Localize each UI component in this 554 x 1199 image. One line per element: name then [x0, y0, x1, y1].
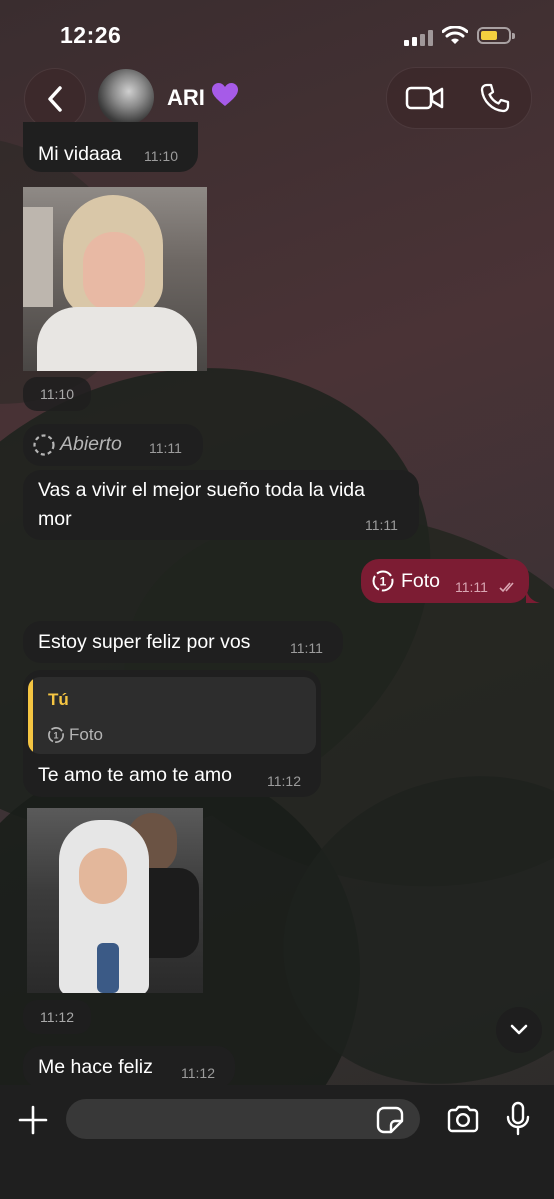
sticker-icon[interactable] [376, 1106, 404, 1134]
message-time: 11:11 [365, 517, 398, 533]
photo-time: 11:10 [23, 377, 91, 411]
quote-text: Foto [69, 725, 104, 744]
message-text: Abierto [60, 433, 122, 455]
quote-author: Tú [48, 690, 69, 709]
view-once-icon: 1 [48, 727, 64, 743]
photo-shirt [37, 307, 197, 371]
opened-view-once-message[interactable]: Abierto 11:11 [23, 424, 203, 466]
photo-time: 11:12 [23, 1000, 91, 1034]
photo-face [79, 848, 127, 904]
plus-icon[interactable] [18, 1105, 48, 1135]
double-check-icon [499, 582, 514, 593]
message-time: 11:12 [181, 1065, 215, 1081]
contact-name[interactable]: ARI [167, 85, 205, 111]
cellular-signal-icon [404, 30, 434, 46]
view-once-badge: 1 [380, 575, 387, 589]
message-text-line1: Vas a vivir el mejor sueño toda la vida [38, 479, 365, 501]
received-photo[interactable] [27, 808, 203, 993]
view-once-badge: 1 [53, 730, 58, 740]
outgoing-view-once-message[interactable]: 1 Foto 11:11 [361, 559, 529, 603]
photo-bottle [97, 943, 119, 993]
back-button[interactable] [24, 68, 86, 130]
incoming-message[interactable]: Mi vidaaa 11:10 [23, 122, 198, 172]
photo-hands [83, 232, 145, 312]
message-text: Estoy super feliz por vos [38, 631, 251, 653]
status-bar: 12:26 [0, 0, 554, 64]
view-once-icon: 1 [372, 570, 394, 592]
message-text-line2: mor [38, 508, 72, 530]
contact-avatar[interactable] [98, 69, 154, 125]
voice-call-icon[interactable] [479, 82, 511, 114]
message-text: Foto [401, 570, 441, 592]
message-text: Te amo te amo te amo [38, 764, 233, 786]
message-time: 11:11 [455, 579, 488, 595]
quote-accent-bar [28, 677, 33, 754]
scroll-to-bottom-button[interactable] [496, 1007, 542, 1053]
message-text: Mi vidaaa [38, 143, 122, 165]
message-composer [0, 1085, 554, 1199]
incoming-reply-message[interactable]: Tú 1 Foto Te amo te amo te amo 11:12 [23, 670, 321, 797]
incoming-message[interactable]: Estoy super feliz por vos 11:11 [23, 621, 343, 663]
message-time: 11:10 [144, 148, 178, 164]
battery-icon [477, 27, 515, 44]
chevron-left-icon [48, 86, 62, 112]
camera-icon[interactable] [446, 1105, 480, 1133]
incoming-message[interactable]: Me hace feliz 11:12 [23, 1046, 235, 1088]
message-time: 11:12 [267, 773, 301, 789]
microphone-icon[interactable] [506, 1101, 530, 1137]
view-once-opened-icon [33, 434, 55, 456]
clock: 12:26 [60, 22, 122, 48]
wifi-icon [442, 26, 468, 44]
received-photo[interactable] [23, 187, 207, 371]
call-buttons-group [386, 67, 532, 129]
purple-heart-icon [212, 83, 238, 106]
message-input[interactable] [66, 1099, 420, 1139]
photo-window [23, 207, 53, 307]
video-call-icon[interactable] [405, 82, 445, 114]
message-text: Me hace feliz [38, 1056, 153, 1078]
message-time: 11:11 [149, 440, 182, 456]
message-time: 11:11 [290, 640, 323, 656]
chevron-down-icon [510, 1024, 528, 1035]
incoming-message[interactable]: Vas a vivir el mejor sueño toda la vida … [23, 470, 419, 540]
outgoing-bubble-tail [526, 589, 540, 603]
quoted-message[interactable]: Tú 1 Foto [28, 677, 316, 754]
